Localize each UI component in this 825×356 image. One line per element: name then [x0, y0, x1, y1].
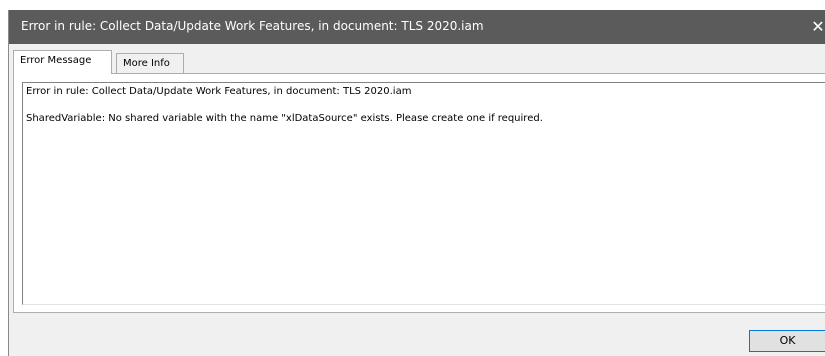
- window-title: Error in rule: Collect Data/Update Work …: [21, 19, 484, 33]
- close-icon[interactable]: ✕: [810, 10, 825, 44]
- tab-more-info[interactable]: More Info: [116, 53, 184, 74]
- error-message-textbox[interactable]: Error in rule: Collect Data/Update Work …: [22, 82, 825, 305]
- error-detail-line: SharedVariable: No shared variable with …: [26, 113, 543, 124]
- ok-button[interactable]: OK: [749, 330, 825, 352]
- error-dialog: Error in rule: Collect Data/Update Work …: [8, 10, 825, 356]
- error-message-line: Error in rule: Collect Data/Update Work …: [26, 86, 412, 97]
- tab-error-message[interactable]: Error Message: [13, 50, 112, 74]
- tab-content-pane: Error in rule: Collect Data/Update Work …: [13, 73, 825, 313]
- title-bar[interactable]: Error in rule: Collect Data/Update Work …: [9, 10, 825, 44]
